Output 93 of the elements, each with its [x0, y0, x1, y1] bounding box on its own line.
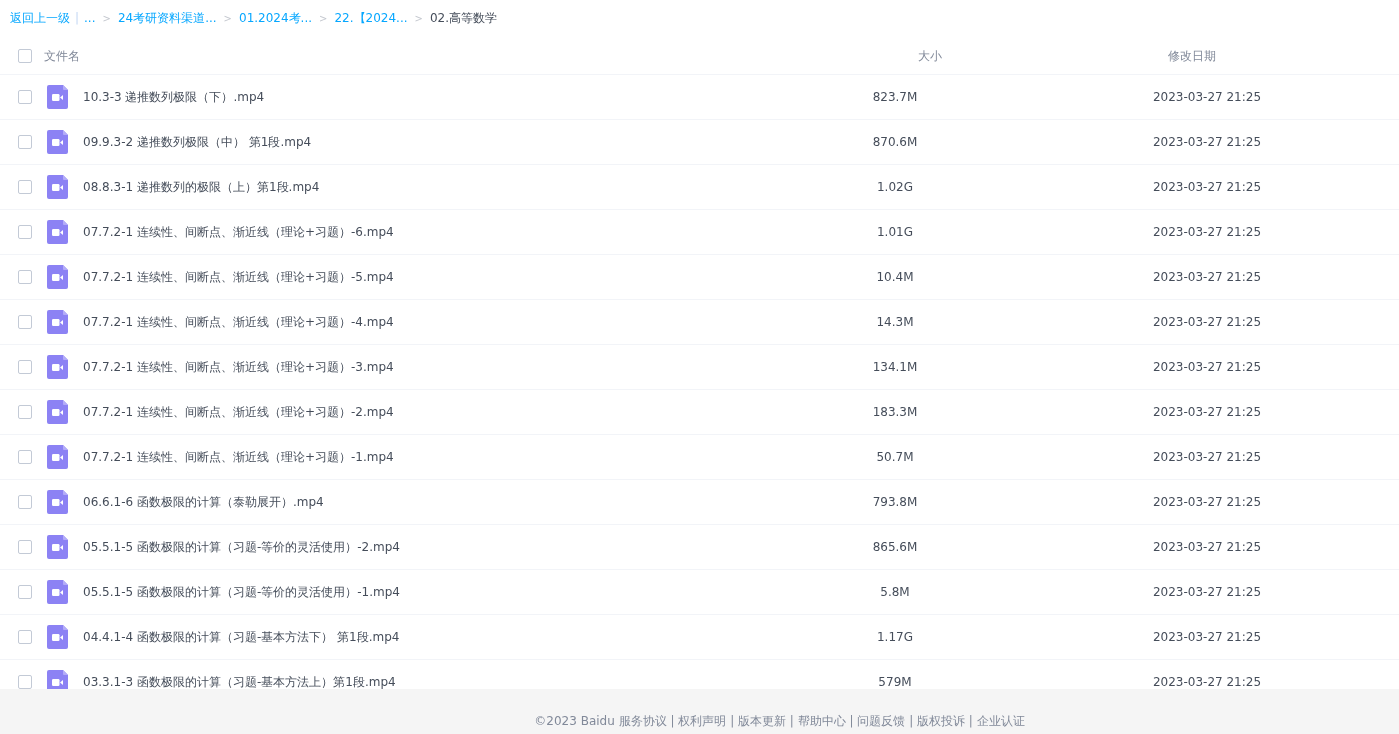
file-row[interactable]: 07.7.2-1 连续性、间断点、渐近线（理论+习题）-4.mp4 14.3M 2023-03-27 21:25	[0, 300, 1399, 345]
column-header[interactable]: 文件名	[44, 47, 865, 65]
file-size: 14.3M	[876, 315, 914, 329]
file-size: 134.1M	[872, 360, 918, 374]
file-row[interactable]: 10.3-3 递推数列极限（下）.mp4 823.7M 2023-03-27 21:25	[0, 75, 1399, 120]
breadcrumb-divider: |	[75, 11, 80, 25]
video-file-icon	[47, 310, 68, 334]
file-name[interactable]: 05.5.1-5 函数极限的计算（习题-等价的灵活使用）-1.mp4	[83, 583, 865, 601]
file-name[interactable]: 07.7.2-1 连续性、间断点、渐近线（理论+习题）-3.mp4	[83, 358, 865, 376]
file-name[interactable]: 10.3-3 递推数列极限（下）.mp4	[83, 88, 865, 106]
checkbox[interactable]	[18, 360, 32, 374]
video-file-icon	[47, 400, 68, 424]
file-name[interactable]: 07.7.2-1 连续性、间断点、渐近线（理论+习题）-1.mp4	[83, 448, 865, 466]
file-size: 865.6M	[872, 540, 918, 554]
modified-date: 2023-03-27 21:25	[1152, 135, 1262, 149]
breadcrumb-separator: >	[414, 12, 423, 24]
modified-date: 2023-03-27 21:25	[1152, 270, 1262, 284]
breadcrumb-current: 02.高等数学	[429, 9, 498, 27]
footer-links: ©2023 Baidu 服务协议 | 权利声明 | 版本更新 | 帮助中心 | 问题反馈 | 版权投诉 | 企业认证	[533, 713, 1025, 730]
file-row[interactable]: 07.7.2-1 连续性、间断点、渐近线（理论+习题）-3.mp4 134.1M 2023-03-27 21:25	[0, 345, 1399, 390]
breadcrumb-separator: >	[223, 12, 232, 24]
video-file-icon	[47, 355, 68, 379]
video-file-icon	[47, 445, 68, 469]
file-name[interactable]: 08.8.3-1 递推数列的极限（上）第1段.mp4	[83, 178, 865, 196]
video-file-icon	[47, 220, 68, 244]
file-row[interactable]: 05.5.1-5 函数极限的计算（习题-等价的灵活使用）-1.mp4 5.8M 2023-03-27 21:25	[0, 570, 1399, 615]
file-name[interactable]: 07.7.2-1 连续性、间断点、渐近线（理论+习题）-5.mp4	[83, 268, 865, 286]
video-file-icon	[47, 265, 68, 289]
file-size: 823.7M	[872, 90, 918, 104]
file-row[interactable]: 09.9.3-2 递推数列极限（中） 第1段.mp4 870.6M 2023-03-27 21:25	[0, 120, 1399, 165]
checkbox[interactable]	[18, 315, 32, 329]
file-size: 1.01G	[877, 225, 913, 239]
file-row[interactable]: 06.6.1-6 函数极限的计算（泰勒展开）.mp4 793.8M 2023-03-27 21:25	[0, 480, 1399, 525]
modified-date: 2023-03-27 21:25	[1152, 540, 1262, 554]
checkbox[interactable]	[18, 450, 32, 464]
file-size: 10.4M	[876, 270, 914, 284]
checkbox[interactable]	[18, 495, 32, 509]
checkbox[interactable]	[18, 49, 32, 63]
checkbox[interactable]	[18, 135, 32, 149]
checkbox[interactable]	[18, 270, 32, 284]
video-file-icon	[47, 175, 68, 199]
file-size: 5.8M	[880, 585, 910, 599]
file-size: 1.17G	[877, 630, 913, 644]
modified-date: 2023-03-27 21:25	[1152, 360, 1262, 374]
checkbox[interactable]	[18, 630, 32, 644]
file-size: 1.02G	[877, 180, 913, 194]
checkbox[interactable]	[18, 90, 32, 104]
file-size: 870.6M	[872, 135, 918, 149]
file-row[interactable]: 07.7.2-1 连续性、间断点、渐近线（理论+习题）-6.mp4 1.01G 2023-03-27 21:25	[0, 210, 1399, 255]
modified-date: 2023-03-27 21:25	[1152, 405, 1262, 419]
file-name[interactable]: 07.7.2-1 连续性、间断点、渐近线（理论+习题）-4.mp4	[83, 313, 865, 331]
breadcrumb-separator: >	[319, 12, 328, 24]
file-row[interactable]: 04.4.1-4 函数极限的计算（习题-基本方法下） 第1段.mp4 1.17G 2023-03-27 21:25	[0, 615, 1399, 660]
file-row[interactable]: 07.7.2-1 连续性、间断点、渐近线（理论+习题）-2.mp4 183.3M 2023-03-27 21:25	[0, 390, 1399, 435]
file-name[interactable]: 07.7.2-1 连续性、间断点、渐近线（理论+习题）-6.mp4	[83, 223, 865, 241]
file-row[interactable]: 07.7.2-1 连续性、间断点、渐近线（理论+习题）-5.mp4 10.4M 2023-03-27 21:25	[0, 255, 1399, 300]
column-header[interactable]: 大小	[918, 47, 942, 65]
modified-date: 2023-03-27 21:25	[1152, 315, 1262, 329]
column-header[interactable]: 修改日期	[1168, 47, 1216, 65]
modified-date: 2023-03-27 21:25	[1152, 225, 1262, 239]
video-file-icon	[47, 490, 68, 514]
checkbox[interactable]	[18, 225, 32, 239]
video-file-icon	[47, 130, 68, 154]
modified-date: 2023-03-27 21:25	[1152, 630, 1262, 644]
file-name[interactable]: 05.5.1-5 函数极限的计算（习题-等价的灵活使用）-2.mp4	[83, 538, 865, 556]
file-row[interactable]: 07.7.2-1 连续性、间断点、渐近线（理论+习题）-1.mp4 50.7M 2023-03-27 21:25	[0, 435, 1399, 480]
checkbox[interactable]	[18, 675, 32, 689]
file-size: 50.7M	[876, 450, 914, 464]
video-file-icon	[47, 580, 68, 604]
video-file-icon	[47, 625, 68, 649]
file-name[interactable]: 06.6.1-6 函数极限的计算（泰勒展开）.mp4	[83, 493, 865, 511]
modified-date: 2023-03-27 21:25	[1152, 180, 1262, 194]
modified-date: 2023-03-27 21:25	[1152, 585, 1262, 599]
modified-date: 2023-03-27 21:25	[1152, 675, 1262, 689]
checkbox[interactable]	[18, 585, 32, 599]
video-file-icon	[47, 535, 68, 559]
modified-date: 2023-03-27 21:25	[1152, 495, 1262, 509]
file-size: 579M	[878, 675, 912, 689]
breadcrumb-separator: >	[102, 12, 111, 24]
file-name[interactable]: 07.7.2-1 连续性、间断点、渐近线（理论+习题）-2.mp4	[83, 403, 865, 421]
checkbox[interactable]	[18, 540, 32, 554]
modified-date: 2023-03-27 21:25	[1152, 90, 1262, 104]
file-row[interactable]: 05.5.1-5 函数极限的计算（习题-等价的灵活使用）-2.mp4 865.6M 2023-03-27 21:25	[0, 525, 1399, 570]
modified-date: 2023-03-27 21:25	[1152, 450, 1262, 464]
file-name[interactable]: 03.3.1-3 函数极限的计算（习题-基本方法上）第1段.mp4	[83, 673, 865, 689]
video-file-icon	[47, 85, 68, 109]
file-size: 183.3M	[872, 405, 918, 419]
checkbox[interactable]	[18, 405, 32, 419]
checkbox[interactable]	[18, 180, 32, 194]
file-name[interactable]: 04.4.1-4 函数极限的计算（习题-基本方法下） 第1段.mp4	[83, 628, 865, 646]
file-name[interactable]: 09.9.3-2 递推数列极限（中） 第1段.mp4	[83, 133, 865, 151]
file-row[interactable]: 08.8.3-1 递推数列的极限（上）第1段.mp4 1.02G 2023-03-27 21:25	[0, 165, 1399, 210]
file-size: 793.8M	[872, 495, 918, 509]
